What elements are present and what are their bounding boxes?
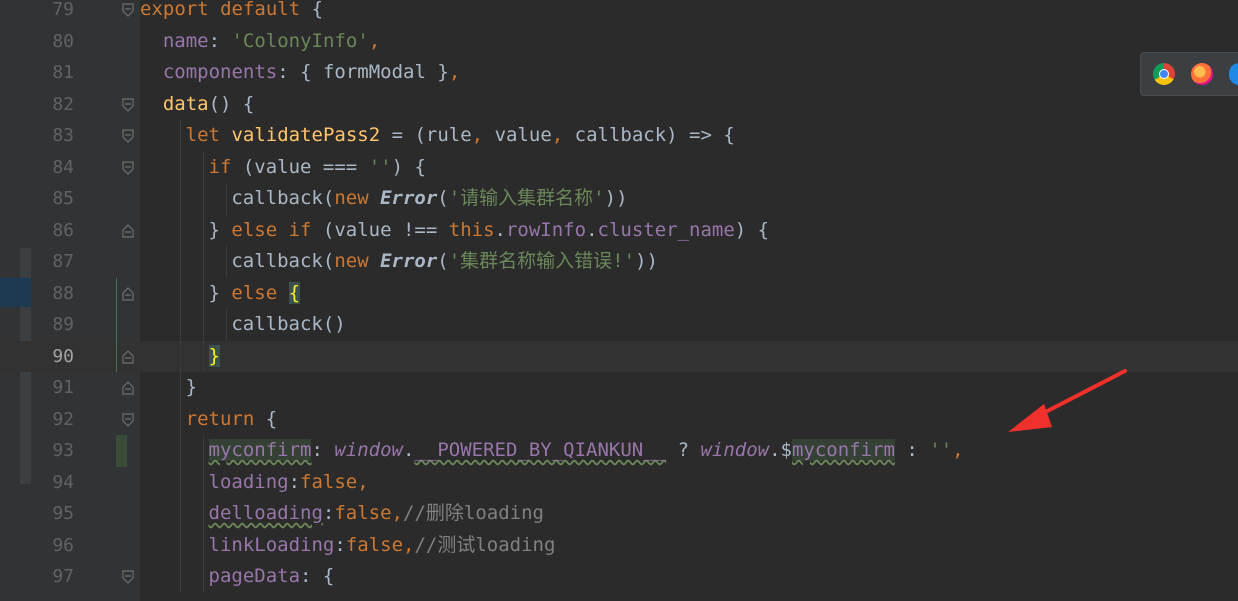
annotation-arrow <box>1008 369 1127 432</box>
